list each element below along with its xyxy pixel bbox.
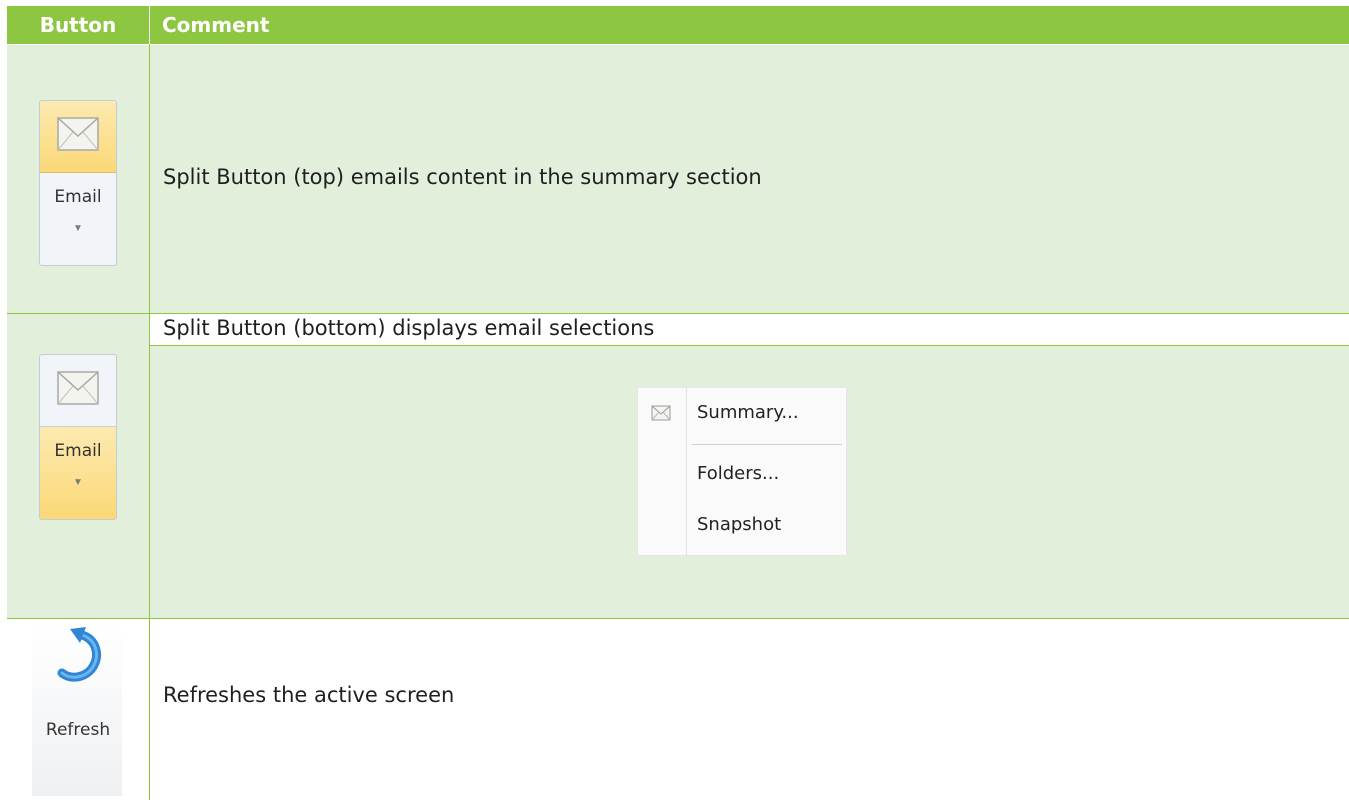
table-row: Refresh Refreshes the active screen [7,619,1349,800]
menu-preview-cell: Summary... Folders... Snapshot [150,346,1349,618]
email-split-button-bottom[interactable]: Email ▼ [40,427,116,519]
button-cell: Refresh [7,619,149,800]
envelope-icon [57,117,99,151]
comment-cell: Split Button (bottom) displays email sel… [150,314,1349,345]
table-header: Button Comment [7,6,1349,45]
email-button-label: Email [54,441,102,461]
header-comment: Comment [162,13,270,37]
menu-item-summary[interactable]: Summary... [697,402,799,423]
chevron-down-icon: ▼ [73,477,83,488]
chevron-down-icon: ▼ [73,223,83,234]
email-split-button[interactable]: Email ▼ [39,354,117,520]
menu-separator [692,444,842,445]
button-cell: Email ▼ [7,45,149,313]
menu-gutter [686,388,687,556]
refresh-button-label: Refresh [45,720,111,740]
email-split-button[interactable]: Email ▼ [39,100,117,266]
comment-text: Split Button (bottom) displays email sel… [163,316,655,340]
row-divider [7,618,1349,619]
email-dropdown-menu: Summary... Folders... Snapshot [637,387,847,556]
refresh-icon [57,627,101,682]
column-divider [149,44,150,800]
comment-text: Split Button (top) emails content in the… [163,165,762,189]
comment-cell: Split Button (top) emails content in the… [150,45,1349,313]
envelope-icon [651,405,671,421]
email-split-button-top[interactable] [40,355,116,427]
comment-text: Refreshes the active screen [163,683,455,707]
comment-cell: Refreshes the active screen [150,619,1349,800]
row-divider [7,313,1349,314]
help-table: Button Comment Email ▼ Split Button (top… [7,6,1349,800]
table-row: Email ▼ Split Button (bottom) displays e… [7,314,1349,618]
menu-item-snapshot[interactable]: Snapshot [697,514,781,535]
menu-item-folders[interactable]: Folders... [697,463,779,484]
envelope-icon [57,371,99,405]
email-button-label: Email [54,187,102,207]
email-split-button-top[interactable] [40,101,116,173]
button-cell: Email ▼ [7,314,149,618]
email-split-button-bottom[interactable]: Email ▼ [40,173,116,265]
header-button: Button [7,6,150,44]
table-row: Email ▼ Split Button (top) emails conten… [7,45,1349,313]
